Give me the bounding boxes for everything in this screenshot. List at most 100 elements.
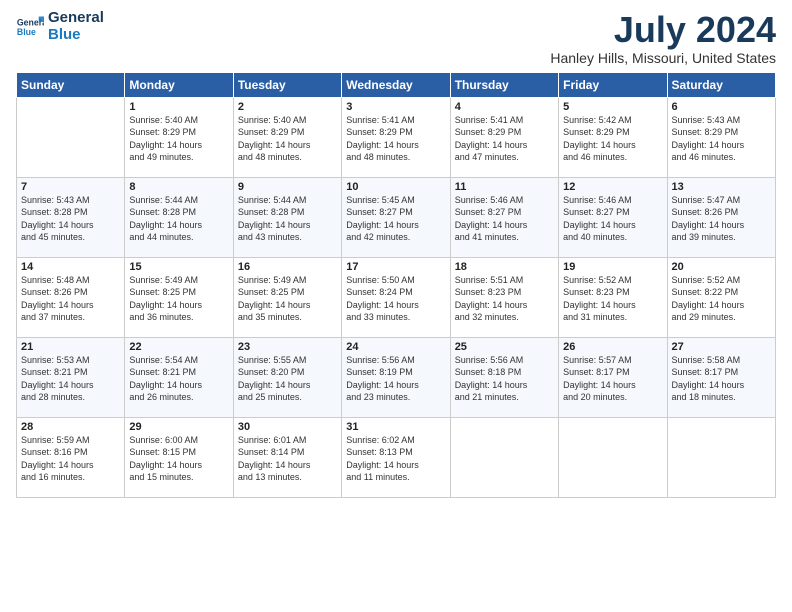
calendar-cell: 15Sunrise: 5:49 AM Sunset: 8:25 PM Dayli… [125,257,233,337]
calendar-cell: 31Sunrise: 6:02 AM Sunset: 8:13 PM Dayli… [342,417,450,497]
calendar-week-1: 1Sunrise: 5:40 AM Sunset: 8:29 PM Daylig… [17,97,776,177]
calendar-header-saturday: Saturday [667,72,775,97]
day-info: Sunrise: 5:46 AM Sunset: 8:27 PM Dayligh… [563,194,662,244]
svg-text:Blue: Blue [17,26,36,36]
day-info: Sunrise: 6:01 AM Sunset: 8:14 PM Dayligh… [238,434,337,484]
day-info: Sunrise: 5:49 AM Sunset: 8:25 PM Dayligh… [238,274,337,324]
calendar-cell: 14Sunrise: 5:48 AM Sunset: 8:26 PM Dayli… [17,257,125,337]
calendar-cell: 13Sunrise: 5:47 AM Sunset: 8:26 PM Dayli… [667,177,775,257]
day-info: Sunrise: 5:55 AM Sunset: 8:20 PM Dayligh… [238,354,337,404]
calendar-cell: 25Sunrise: 5:56 AM Sunset: 8:18 PM Dayli… [450,337,558,417]
day-info: Sunrise: 5:57 AM Sunset: 8:17 PM Dayligh… [563,354,662,404]
calendar-cell: 17Sunrise: 5:50 AM Sunset: 8:24 PM Dayli… [342,257,450,337]
day-number: 12 [563,181,662,193]
calendar-cell: 22Sunrise: 5:54 AM Sunset: 8:21 PM Dayli… [125,337,233,417]
calendar-header-monday: Monday [125,72,233,97]
day-info: Sunrise: 5:44 AM Sunset: 8:28 PM Dayligh… [238,194,337,244]
day-info: Sunrise: 5:43 AM Sunset: 8:29 PM Dayligh… [672,114,771,164]
day-number: 4 [455,101,554,113]
day-number: 22 [129,341,228,353]
main-title: July 2024 [550,10,776,50]
calendar-header-friday: Friday [559,72,667,97]
calendar-cell: 29Sunrise: 6:00 AM Sunset: 8:15 PM Dayli… [125,417,233,497]
day-number: 28 [21,421,120,433]
title-block: July 2024 Hanley Hills, Missouri, United… [550,10,776,66]
calendar-cell: 11Sunrise: 5:46 AM Sunset: 8:27 PM Dayli… [450,177,558,257]
calendar-cell: 2Sunrise: 5:40 AM Sunset: 8:29 PM Daylig… [233,97,341,177]
day-number: 27 [672,341,771,353]
calendar-cell: 16Sunrise: 5:49 AM Sunset: 8:25 PM Dayli… [233,257,341,337]
calendar-cell: 5Sunrise: 5:42 AM Sunset: 8:29 PM Daylig… [559,97,667,177]
day-info: Sunrise: 5:52 AM Sunset: 8:23 PM Dayligh… [563,274,662,324]
day-info: Sunrise: 6:02 AM Sunset: 8:13 PM Dayligh… [346,434,445,484]
day-info: Sunrise: 5:41 AM Sunset: 8:29 PM Dayligh… [346,114,445,164]
logo-general: General [48,9,104,26]
day-info: Sunrise: 5:58 AM Sunset: 8:17 PM Dayligh… [672,354,771,404]
day-info: Sunrise: 5:42 AM Sunset: 8:29 PM Dayligh… [563,114,662,164]
day-number: 3 [346,101,445,113]
calendar-cell: 24Sunrise: 5:56 AM Sunset: 8:19 PM Dayli… [342,337,450,417]
calendar-cell: 8Sunrise: 5:44 AM Sunset: 8:28 PM Daylig… [125,177,233,257]
calendar-cell: 7Sunrise: 5:43 AM Sunset: 8:28 PM Daylig… [17,177,125,257]
logo: General Blue General Blue [16,10,104,43]
calendar-header-row: SundayMondayTuesdayWednesdayThursdayFrid… [17,72,776,97]
day-number: 21 [21,341,120,353]
logo-blue: Blue [48,26,81,43]
calendar-week-5: 28Sunrise: 5:59 AM Sunset: 8:16 PM Dayli… [17,417,776,497]
calendar-header-sunday: Sunday [17,72,125,97]
day-number: 15 [129,261,228,273]
day-number: 30 [238,421,337,433]
calendar-cell: 10Sunrise: 5:45 AM Sunset: 8:27 PM Dayli… [342,177,450,257]
calendar-cell [667,417,775,497]
calendar-cell: 20Sunrise: 5:52 AM Sunset: 8:22 PM Dayli… [667,257,775,337]
day-number: 7 [21,181,120,193]
day-info: Sunrise: 5:45 AM Sunset: 8:27 PM Dayligh… [346,194,445,244]
day-info: Sunrise: 5:53 AM Sunset: 8:21 PM Dayligh… [21,354,120,404]
calendar-table: SundayMondayTuesdayWednesdayThursdayFrid… [16,72,776,498]
day-info: Sunrise: 5:49 AM Sunset: 8:25 PM Dayligh… [129,274,228,324]
day-info: Sunrise: 5:44 AM Sunset: 8:28 PM Dayligh… [129,194,228,244]
calendar-cell [450,417,558,497]
day-number: 24 [346,341,445,353]
day-info: Sunrise: 5:54 AM Sunset: 8:21 PM Dayligh… [129,354,228,404]
day-number: 18 [455,261,554,273]
calendar-cell: 28Sunrise: 5:59 AM Sunset: 8:16 PM Dayli… [17,417,125,497]
calendar-header-wednesday: Wednesday [342,72,450,97]
day-number: 23 [238,341,337,353]
calendar-cell: 9Sunrise: 5:44 AM Sunset: 8:28 PM Daylig… [233,177,341,257]
page: General Blue General Blue July 2024 Hanl… [0,0,792,612]
day-number: 5 [563,101,662,113]
logo-text: General Blue [48,10,104,43]
day-number: 25 [455,341,554,353]
day-number: 10 [346,181,445,193]
day-info: Sunrise: 5:41 AM Sunset: 8:29 PM Dayligh… [455,114,554,164]
calendar-week-4: 21Sunrise: 5:53 AM Sunset: 8:21 PM Dayli… [17,337,776,417]
calendar-cell: 18Sunrise: 5:51 AM Sunset: 8:23 PM Dayli… [450,257,558,337]
calendar-cell: 26Sunrise: 5:57 AM Sunset: 8:17 PM Dayli… [559,337,667,417]
day-number: 20 [672,261,771,273]
day-number: 8 [129,181,228,193]
calendar-cell: 30Sunrise: 6:01 AM Sunset: 8:14 PM Dayli… [233,417,341,497]
day-info: Sunrise: 5:46 AM Sunset: 8:27 PM Dayligh… [455,194,554,244]
day-info: Sunrise: 5:51 AM Sunset: 8:23 PM Dayligh… [455,274,554,324]
calendar-cell: 27Sunrise: 5:58 AM Sunset: 8:17 PM Dayli… [667,337,775,417]
logo-icon: General Blue [16,13,44,41]
day-info: Sunrise: 5:47 AM Sunset: 8:26 PM Dayligh… [672,194,771,244]
day-number: 29 [129,421,228,433]
day-number: 16 [238,261,337,273]
day-number: 19 [563,261,662,273]
day-info: Sunrise: 5:48 AM Sunset: 8:26 PM Dayligh… [21,274,120,324]
header: General Blue General Blue July 2024 Hanl… [16,10,776,66]
calendar-cell: 6Sunrise: 5:43 AM Sunset: 8:29 PM Daylig… [667,97,775,177]
calendar-cell [559,417,667,497]
calendar-header-thursday: Thursday [450,72,558,97]
calendar-week-3: 14Sunrise: 5:48 AM Sunset: 8:26 PM Dayli… [17,257,776,337]
day-number: 14 [21,261,120,273]
calendar-cell: 21Sunrise: 5:53 AM Sunset: 8:21 PM Dayli… [17,337,125,417]
day-number: 26 [563,341,662,353]
day-number: 9 [238,181,337,193]
day-number: 13 [672,181,771,193]
calendar-header-tuesday: Tuesday [233,72,341,97]
day-number: 11 [455,181,554,193]
day-number: 6 [672,101,771,113]
